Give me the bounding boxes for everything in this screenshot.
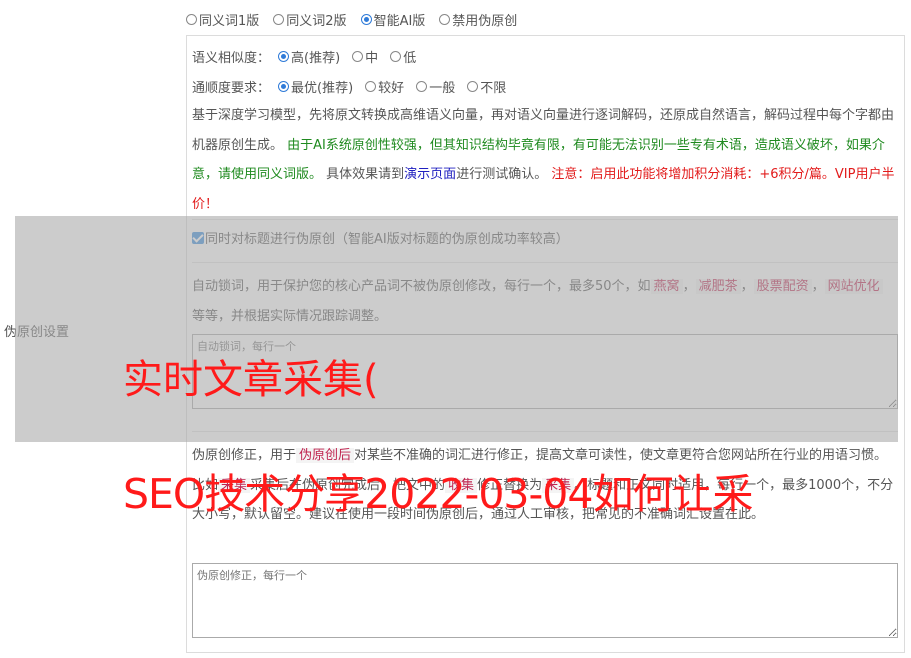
example-tag: 采集 [542,477,575,493]
example-tag: 网站优化 [824,279,883,294]
fluency-label: 通顺度要求： [192,80,271,96]
fluency-best[interactable]: 最优(推荐) [278,77,353,96]
example-tag: 减肥茶 [695,279,741,294]
similarity-mid[interactable]: 中 [352,47,378,66]
example-tag: 收集 [445,477,478,493]
lock-words-description: 自动锁词，用于保护您的核心产品词不被伪原创修改，每行一个，最多50个，如 燕窝，减… [192,272,898,331]
similarity-row: 语义相似度： 高(推荐) 中 低 [192,45,416,67]
mode-options: 同义词1版 同义词2版 智能AI版 禁用伪原创 [186,9,517,29]
checkbox-checked-icon [192,231,204,244]
radio-checked-icon [278,80,290,92]
similarity-low[interactable]: 低 [390,47,416,66]
demo-page-link[interactable]: 演示页面 [404,167,456,182]
radio-checked-icon [278,50,290,62]
divider [192,219,898,220]
correction-description: 伪原创修正，用于 伪原创后 对某些不准确的词汇进行修正，提高文章可读性，使文章更符合… [192,448,894,522]
radio-icon [416,80,428,92]
example-tag: 股票配资 [753,279,812,294]
mode-option-ai[interactable]: 智能AI版 [360,10,425,29]
radio-icon [273,13,285,25]
mode-option-disable[interactable]: 禁用伪原创 [439,10,517,29]
radio-checked-icon [360,13,372,25]
similarity-label: 语义相似度： [192,50,271,66]
fluency-normal[interactable]: 一般 [416,77,455,96]
title-rewrite-checkbox[interactable]: 同时对标题进行伪原创（智能AI版对标题的伪原创成功率较高） [192,228,569,247]
radio-icon [352,50,364,62]
mode-option-synonym-1[interactable]: 同义词1版 [186,10,259,29]
side-label: 伪原创设置 [4,325,70,340]
mode-option-synonym-2[interactable]: 同义词2版 [273,10,347,29]
divider [192,262,898,263]
radio-icon [390,50,402,62]
lock-words-input[interactable] [192,334,898,409]
ai-description: 基于深度学习模型，先将原文转换成高维语义向量，再对语义向量进行逐词解码，还原成自… [192,108,895,212]
fluency-good[interactable]: 较好 [365,77,404,96]
radio-icon [467,80,479,92]
example-tag: 采集 [218,477,251,493]
fluency-any[interactable]: 不限 [467,77,506,96]
example-tag: 伪原创后 [296,448,355,463]
fluency-row: 通顺度要求： 最优(推荐) 较好 一般 不限 [192,75,506,97]
radio-icon [439,13,451,25]
similarity-high[interactable]: 高(推荐) [278,47,340,66]
radio-icon [365,80,377,92]
radio-icon [186,13,197,25]
correction-input[interactable] [192,563,898,638]
example-tag: 燕窝 [650,279,683,294]
divider [192,431,898,432]
